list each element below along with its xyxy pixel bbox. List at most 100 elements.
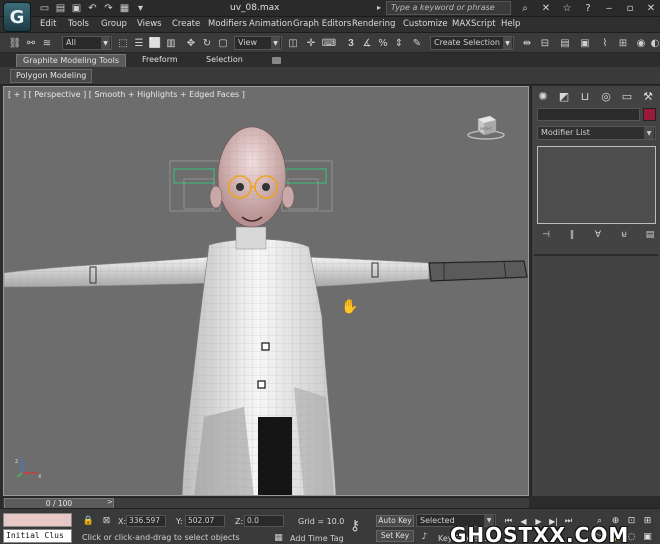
modifier-stack[interactable]: [537, 146, 656, 224]
pivot-center-icon[interactable]: ◫: [286, 36, 300, 50]
add-time-tag[interactable]: Add Time Tag: [290, 534, 344, 543]
communication-center-icon[interactable]: ✕: [537, 1, 555, 15]
motion-tab-icon[interactable]: ◎: [597, 88, 615, 104]
menu-tools[interactable]: Tools: [68, 19, 89, 29]
select-by-name-icon[interactable]: ☰: [132, 36, 146, 50]
menu-animation[interactable]: Animation: [249, 19, 292, 29]
mirror-icon[interactable]: ⇹: [520, 36, 534, 50]
time-slider-next-icon[interactable]: >: [107, 498, 113, 506]
lock-selection-icon[interactable]: 🔒: [82, 515, 95, 527]
save-icon[interactable]: ▣: [70, 2, 83, 15]
menu-customize[interactable]: Customize: [403, 19, 448, 29]
hierarchy-tab-icon[interactable]: ⊔: [576, 88, 594, 104]
time-tag-icon[interactable]: ▦: [272, 532, 285, 544]
tab-graphite-modeling-tools[interactable]: Graphite Modeling Tools: [16, 54, 127, 67]
named-selection-dropdown[interactable]: Create Selection Se ▼: [430, 36, 514, 50]
select-object-icon[interactable]: ⬚: [116, 36, 130, 50]
modify-tab-icon[interactable]: ◩: [555, 88, 573, 104]
scale-icon[interactable]: ▢: [216, 36, 230, 50]
maximize-icon[interactable]: ▫: [621, 1, 639, 15]
favorites-star-icon[interactable]: ☆: [558, 1, 576, 15]
app-logo[interactable]: G: [3, 2, 31, 32]
menu-create[interactable]: Create: [172, 19, 200, 29]
menu-modifiers[interactable]: Modifiers: [208, 19, 247, 29]
reference-coordinate-dropdown[interactable]: View ▼: [234, 36, 282, 50]
absolute-mode-icon[interactable]: ⊠: [100, 515, 113, 527]
material-editor-icon[interactable]: ◉: [634, 36, 648, 50]
expand-arrow-icon[interactable]: ▸: [377, 3, 381, 12]
rotate-icon[interactable]: ↻: [200, 36, 214, 50]
auto-key-button[interactable]: Auto Key: [376, 515, 414, 527]
remove-modifier-icon[interactable]: ⊌: [616, 229, 632, 241]
menu-group[interactable]: Group: [101, 19, 127, 29]
curve-editor-icon[interactable]: ⌇: [598, 36, 612, 50]
menu-rendering[interactable]: Rendering: [352, 19, 395, 29]
graphite-toggle-icon[interactable]: ▣: [578, 36, 592, 50]
z-coordinate-field[interactable]: 0.0: [244, 515, 284, 527]
keyboard-shortcut-icon[interactable]: ⌨: [322, 36, 336, 50]
selection-filter-dropdown[interactable]: All ▼: [62, 36, 112, 50]
select-manipulate-icon[interactable]: ✛: [304, 36, 318, 50]
redo-icon[interactable]: ↷: [102, 2, 115, 15]
selection-filter-value: All: [66, 38, 76, 47]
object-name-field[interactable]: [537, 108, 640, 121]
pin-stack-icon[interactable]: ⊣: [538, 229, 554, 241]
display-tab-icon[interactable]: ▭: [618, 88, 636, 104]
minimize-icon[interactable]: ‒: [600, 1, 618, 15]
main-toolbar: ⛓ ⚯ ≋ All ▼ ⬚ ☰ ⬜ ▥ ✥ ↻ ▢ View ▼ ◫ ✛ ⌨ 𝟑…: [0, 33, 660, 53]
move-icon[interactable]: ✥: [184, 36, 198, 50]
maxscript-mini-listener[interactable]: Initial Clus: [3, 513, 72, 543]
set-key-icon[interactable]: ⚷: [350, 518, 360, 534]
rect-selection-icon[interactable]: ⬜: [148, 36, 162, 50]
time-slider[interactable]: 0 / 100: [3, 497, 529, 509]
help-icon[interactable]: ?: [579, 1, 597, 15]
key-filters-icon[interactable]: ♪: [418, 531, 431, 543]
configure-sets-icon[interactable]: ▤: [642, 229, 658, 241]
layer-manager-icon[interactable]: ▤: [558, 36, 572, 50]
search-icon[interactable]: ⌕: [516, 1, 534, 15]
menu-maxscript[interactable]: MAXScript: [452, 19, 496, 29]
menu-help[interactable]: Help: [501, 19, 520, 29]
zoom-extents-all-icon[interactable]: ⊞: [641, 515, 654, 527]
perspective-viewport[interactable]: [ + ] [ Perspective ] [ Smooth + Highlig…: [3, 86, 529, 496]
maximize-viewport-icon[interactable]: ▣: [641, 531, 654, 543]
spinner-snap-icon[interactable]: ⇕: [392, 36, 406, 50]
edit-named-selection-icon[interactable]: ✎: [410, 36, 424, 50]
search-input[interactable]: Type a keyword or phrase: [386, 1, 511, 15]
tab-selection[interactable]: Selection: [200, 54, 249, 67]
window-crossing-icon[interactable]: ▥: [164, 36, 178, 50]
utilities-tab-icon[interactable]: ⚒: [639, 88, 657, 104]
maxscript-listener-input[interactable]: Initial Clus: [3, 529, 72, 543]
character-model[interactable]: ✋: [4, 87, 529, 496]
new-file-icon[interactable]: ▭: [38, 2, 51, 15]
menu-graph-editors[interactable]: Graph Editors: [293, 19, 351, 29]
angle-snap-icon[interactable]: ∡: [360, 36, 374, 50]
render-setup-icon[interactable]: ◐: [648, 36, 660, 50]
ribbon-minimize-toggle[interactable]: [272, 57, 281, 64]
schematic-view-icon[interactable]: ⊞: [616, 36, 630, 50]
modifier-list-dropdown[interactable]: Modifier List ▼: [537, 126, 656, 140]
project-folder-icon[interactable]: ▦: [118, 2, 131, 15]
bind-spacewarp-icon[interactable]: ≋: [40, 36, 54, 50]
undo-icon[interactable]: ↶: [86, 2, 99, 15]
link-icon[interactable]: ⛓: [8, 36, 22, 50]
x-coordinate-field[interactable]: 336.597: [126, 515, 166, 527]
unlink-icon[interactable]: ⚯: [24, 36, 38, 50]
open-file-icon[interactable]: ▤: [54, 2, 67, 15]
menu-edit[interactable]: Edit: [40, 19, 56, 29]
menu-views[interactable]: Views: [137, 19, 162, 29]
tab-freeform[interactable]: Freeform: [136, 54, 184, 67]
set-key-button[interactable]: Set Key: [376, 530, 414, 542]
close-icon[interactable]: ✕: [642, 1, 660, 15]
object-color-swatch[interactable]: [643, 108, 656, 121]
align-icon[interactable]: ⊟: [538, 36, 552, 50]
make-unique-icon[interactable]: ∀: [590, 229, 606, 241]
create-tab-icon[interactable]: ✺: [534, 88, 552, 104]
snaps-toggle-icon[interactable]: 𝟑: [344, 36, 358, 50]
dropdown-icon[interactable]: ▾: [134, 2, 147, 15]
maxscript-macro-recorder[interactable]: [3, 513, 72, 527]
y-coordinate-field[interactable]: 502.07: [185, 515, 225, 527]
polygon-modeling-panel[interactable]: Polygon Modeling: [10, 69, 93, 83]
percent-snap-icon[interactable]: %: [376, 36, 390, 50]
show-end-result-icon[interactable]: ‖: [564, 229, 580, 241]
